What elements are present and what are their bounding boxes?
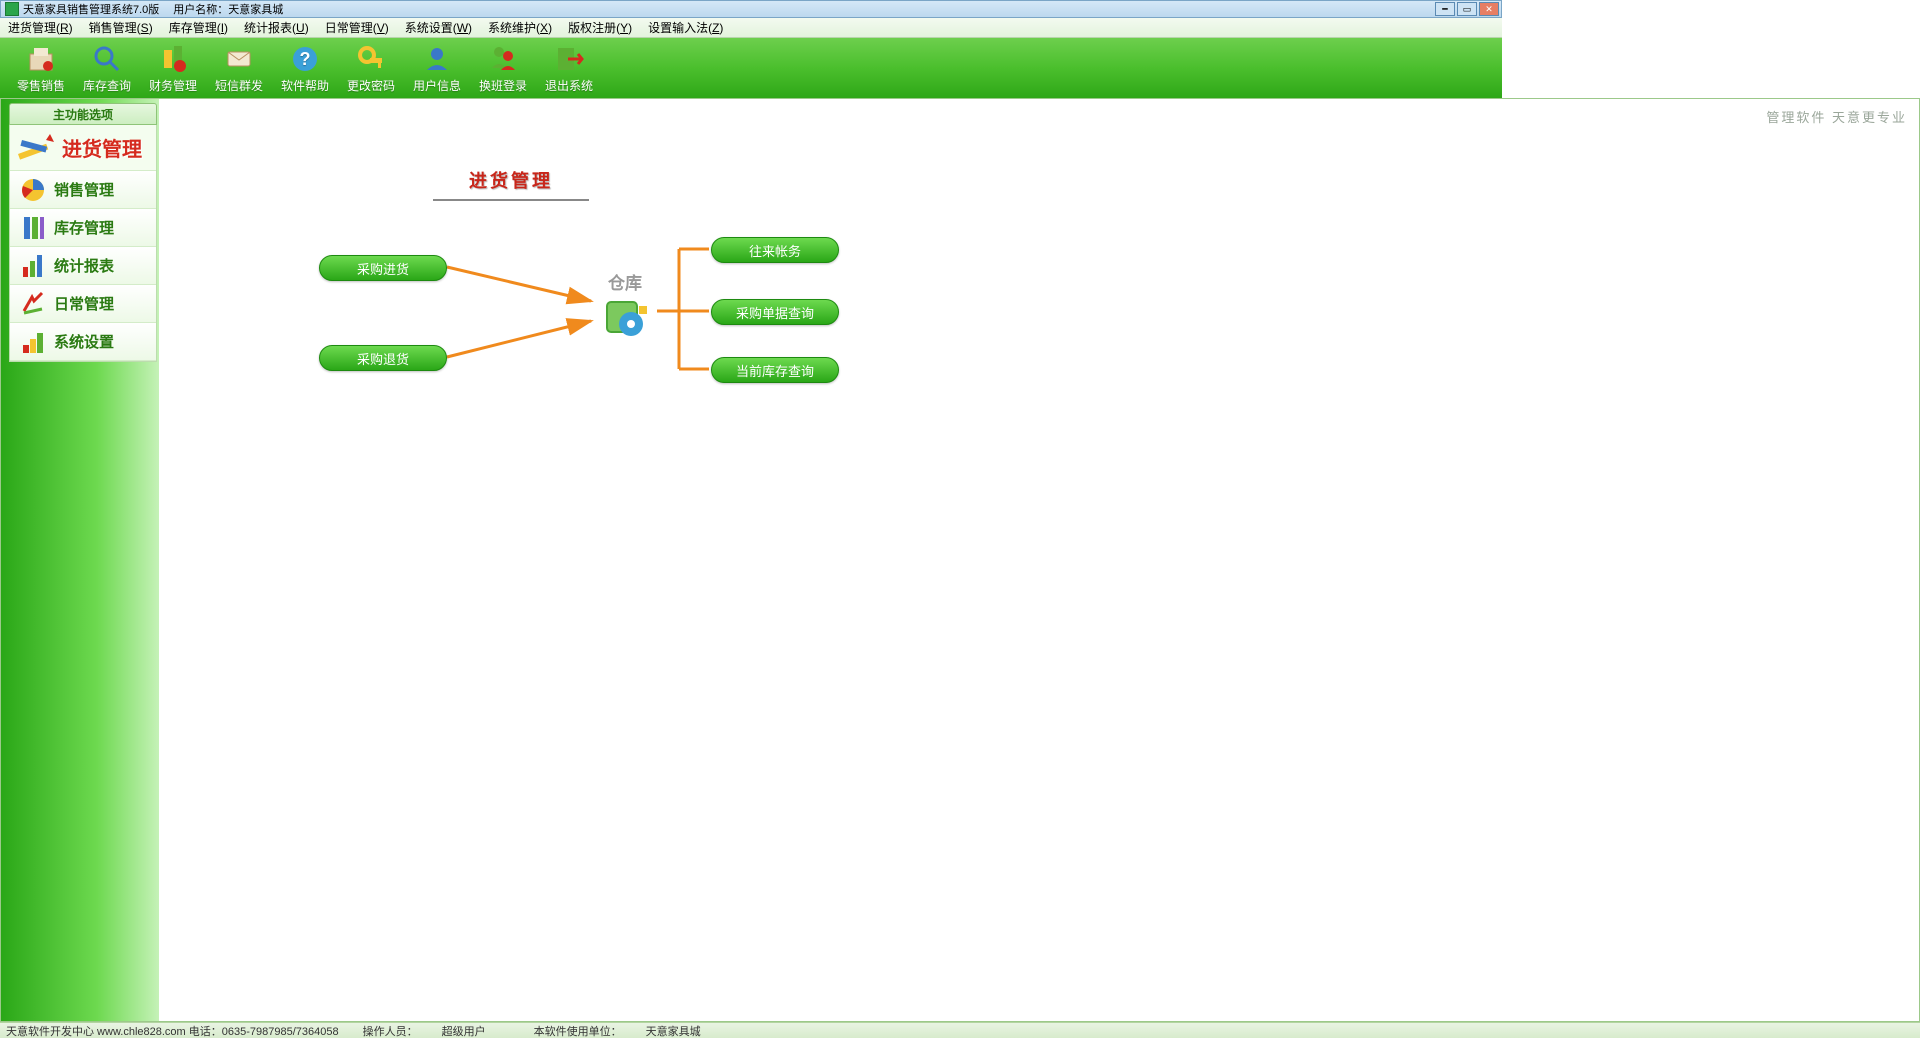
sidebar-item-daily[interactable]: 日常管理 [10,285,156,323]
sidebar-item-report[interactable]: 统计报表 [10,247,156,285]
toolbar-user-info-button[interactable]: 用户信息 [404,43,470,94]
toolbar-password-button[interactable]: 更改密码 [338,43,404,94]
toolbar-help-button[interactable]: ? 软件帮助 [272,43,338,94]
status-operator: 操作人员：超级用户 [363,1023,510,1039]
toolbar-label: 财务管理 [149,77,197,94]
sms-icon [223,43,255,75]
menu-v[interactable]: 日常管理(V) [325,19,389,36]
sidebar-item-label: 日常管理 [54,293,114,314]
flow-title: 进货管理 [433,167,589,201]
window-close-button[interactable]: ✕ [1479,2,1499,16]
node-order-query[interactable]: 采购单据查询 [711,299,839,325]
menu-s[interactable]: 销售管理(S) [89,19,153,36]
warehouse-icon [601,296,649,338]
menu-r[interactable]: 进货管理(R) [8,19,73,36]
sidebar-item-settings[interactable]: 系统设置 [10,323,156,361]
node-stock-query[interactable]: 当前库存查询 [711,357,839,383]
status-unit: 本软件使用单位：天意家具城 [534,1023,725,1039]
sales-icon [20,177,46,203]
shift-icon [487,43,519,75]
window-minimize-button[interactable]: ━ [1435,2,1455,16]
sidebar-item-label: 统计报表 [54,255,114,276]
title-bar: 天意家具销售管理系统7.0版 用户名称： 天意家具城 ━ ▭ ✕ [0,0,1502,18]
stock-query-icon [91,43,123,75]
report-icon [20,253,46,279]
app-title: 天意家具销售管理系统7.0版 [23,1,159,17]
app-icon [5,2,19,16]
password-icon [355,43,387,75]
pencil-ruler-icon [16,130,56,166]
menu-z[interactable]: 设置输入法(Z) [648,19,723,36]
exit-icon [553,43,585,75]
flow-diagram: 采购进货 采购退货 往来帐务 采购单据查询 当前库存查询 仓库 [299,229,839,429]
node-account[interactable]: 往来帐务 [711,237,839,263]
toolbar-label: 短信群发 [215,77,263,94]
main-area: 主功能选项 进货管理 销售管理库存管理统计报表日常管理系统设置 管理软件 天意更… [0,98,1920,1022]
brand-text: 管理软件 天意更专业 [1766,107,1907,126]
user-info-icon [421,43,453,75]
menu-x[interactable]: 系统维护(X) [488,19,552,36]
sidebar-item-label: 系统设置 [54,331,114,352]
toolbar-label: 用户信息 [413,77,461,94]
sidebar-nav: 进货管理 销售管理库存管理统计报表日常管理系统设置 [9,125,157,362]
toolbar-label: 换班登录 [479,77,527,94]
daily-icon [20,291,46,317]
help-icon: ? [289,43,321,75]
toolbar-label: 零售销售 [17,77,65,94]
finance-icon [157,43,189,75]
sidebar: 主功能选项 进货管理 销售管理库存管理统计报表日常管理系统设置 [9,103,157,362]
sidebar-item-inventory[interactable]: 库存管理 [10,209,156,247]
sidebar-active-label: 进货管理 [62,133,142,162]
status-bar: 天意软件开发中心 www.chle828.com 电话：0635-7987985… [0,1022,1920,1038]
node-purchase-in[interactable]: 采购进货 [319,255,447,281]
node-purchase-return[interactable]: 采购退货 [319,345,447,371]
inventory-icon [20,215,46,241]
warehouse-label: 仓库 [595,269,655,294]
toolbar-stock-query-button[interactable]: 库存查询 [74,43,140,94]
sidebar-item-sales[interactable]: 销售管理 [10,171,156,209]
toolbar-finance-button[interactable]: 财务管理 [140,43,206,94]
sidebar-active-purchase[interactable]: 进货管理 [10,125,156,171]
toolbar-label: 库存查询 [83,77,131,94]
toolbar-label: 更改密码 [347,77,395,94]
content-area: 管理软件 天意更专业 进货管理 采购进货 采购退货 往来帐务 采购单据查询 当前… [159,99,1919,1021]
toolbar: 零售销售 库存查询 财务管理 短信群发? 软件帮助 更改密码 用户信息 换班登录 退出系统 [0,38,1502,98]
toolbar-retail-button[interactable]: 零售销售 [8,43,74,94]
retail-icon [25,43,57,75]
sidebar-item-label: 库存管理 [54,217,114,238]
user-prefix: 用户名称： [173,1,228,17]
svg-text:?: ? [300,49,311,69]
menu-u[interactable]: 统计报表(U) [244,19,309,36]
settings-icon [20,329,46,355]
toolbar-sms-button[interactable]: 短信群发 [206,43,272,94]
menu-bar: 进货管理(R) 销售管理(S) 库存管理(I) 统计报表(U) 日常管理(V) 系统设置(… [0,18,1502,38]
status-company: 天意软件开发中心 www.chle828.com 电话：0635-7987985… [6,1023,339,1039]
menu-y[interactable]: 版权注册(Y) [568,19,632,36]
menu-w[interactable]: 系统设置(W) [405,19,472,36]
sidebar-tab[interactable]: 主功能选项 [9,103,157,125]
menu-i[interactable]: 库存管理(I) [169,19,228,36]
toolbar-label: 软件帮助 [281,77,329,94]
window-maximize-button[interactable]: ▭ [1457,2,1477,16]
user-name: 天意家具城 [228,1,283,17]
toolbar-exit-button[interactable]: 退出系统 [536,43,602,94]
toolbar-label: 退出系统 [545,77,593,94]
sidebar-item-label: 销售管理 [54,179,114,200]
toolbar-shift-button[interactable]: 换班登录 [470,43,536,94]
warehouse-node: 仓库 [595,269,655,341]
